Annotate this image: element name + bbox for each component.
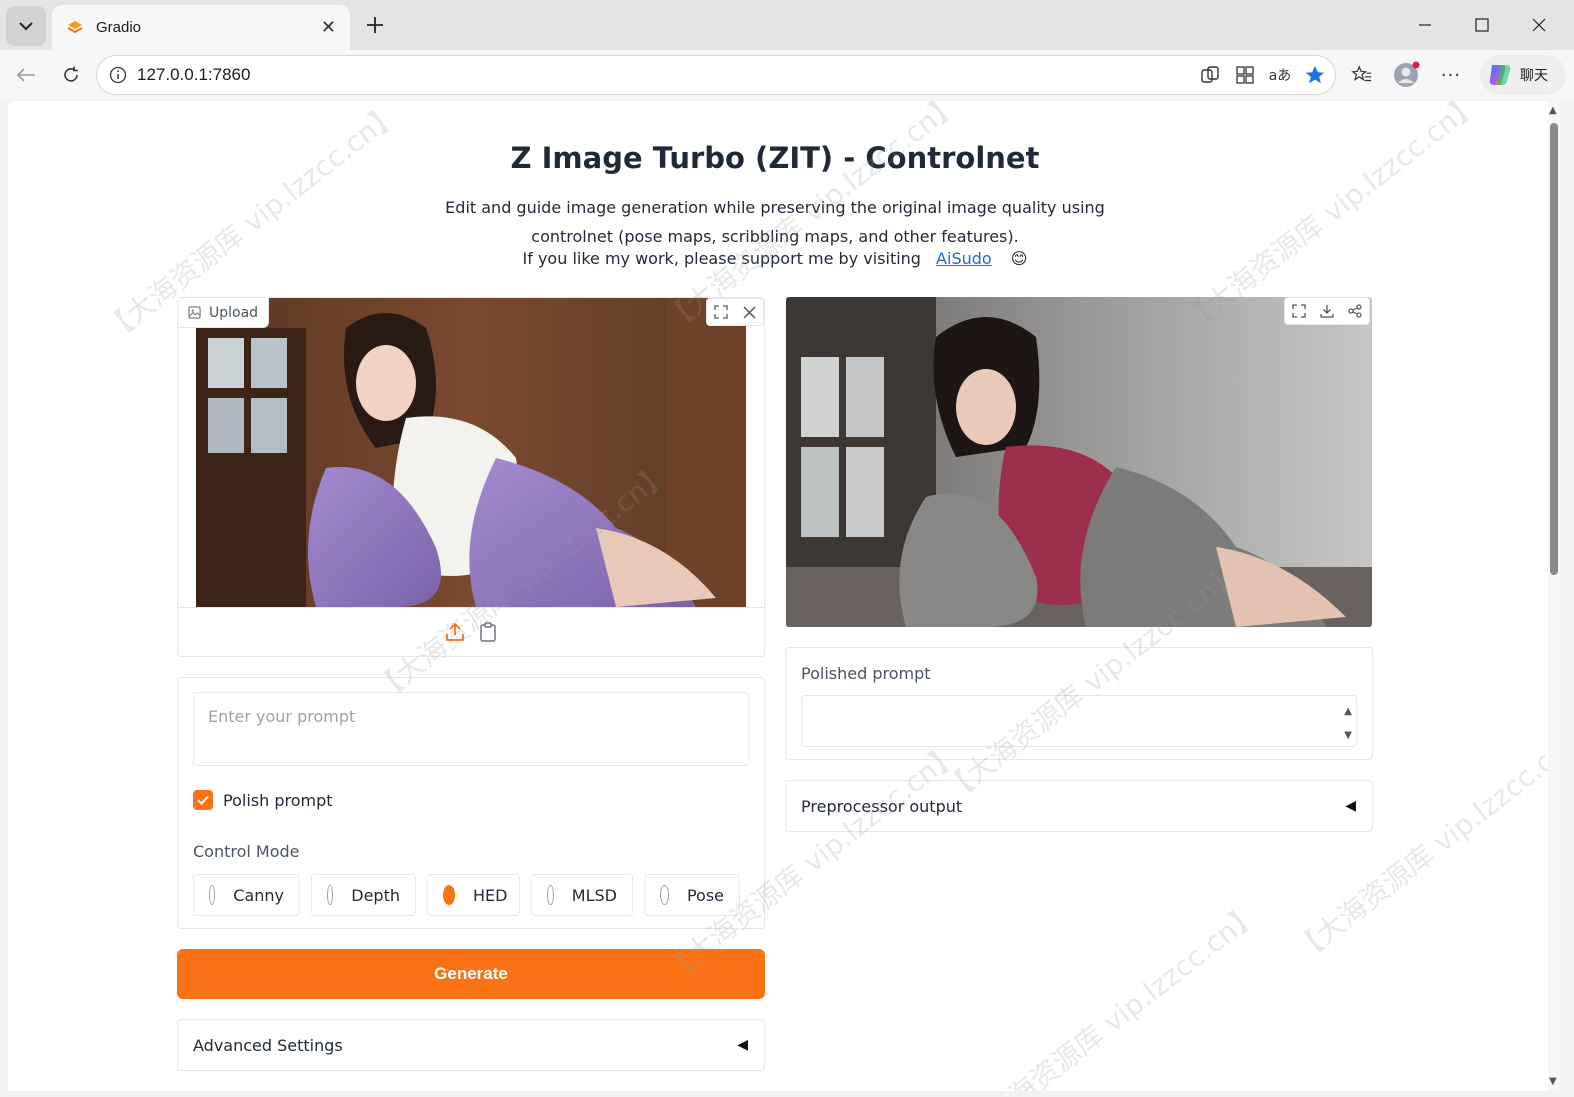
radio-hed[interactable]: HED <box>427 874 520 916</box>
favorite-star-icon[interactable] <box>1300 60 1330 90</box>
download-button[interactable] <box>1313 298 1341 324</box>
close-icon <box>1532 18 1546 32</box>
scroll-up-arrow-icon[interactable]: ▲ <box>1549 105 1557 116</box>
tab-strip: Gradio ✕ <box>0 0 1574 50</box>
input-image-panel[interactable]: Upload <box>177 297 765 657</box>
close-icon <box>742 305 756 319</box>
output-image-panel <box>786 297 1372 627</box>
download-icon <box>1320 305 1334 318</box>
copilot-icon <box>1489 65 1511 85</box>
share-button[interactable] <box>1341 298 1369 324</box>
gradio-favicon-icon <box>67 20 83 33</box>
radio-dot <box>209 885 216 905</box>
support-line: If you like my work, please support me b… <box>8 249 1542 268</box>
advanced-settings-label: Advanced Settings <box>193 1035 343 1055</box>
output-image <box>786 297 1372 627</box>
textbox-scroll-arrows[interactable]: ▲ ▼ <box>1344 700 1352 748</box>
new-tab-button[interactable] <box>360 10 390 40</box>
copilot-chat-button[interactable]: 聊天 <box>1480 55 1566 95</box>
scrollbar-thumb[interactable] <box>1550 123 1558 575</box>
preprocessor-output-accordion[interactable]: Preprocessor output ◀ <box>785 780 1373 832</box>
fullscreen-button[interactable] <box>1285 298 1313 324</box>
polish-prompt-row[interactable]: Polish prompt <box>193 790 333 810</box>
page-description: Edit and guide image generation while pr… <box>445 198 1105 246</box>
advanced-settings-accordion[interactable]: Advanced Settings ◀ <box>177 1019 765 1071</box>
fullscreen-icon <box>1292 304 1306 318</box>
chevron-down-icon <box>19 22 33 31</box>
maximize-icon <box>1475 18 1489 32</box>
back-button[interactable] <box>10 59 42 91</box>
share-icon <box>1348 304 1362 318</box>
radio-dot <box>327 885 334 905</box>
close-tab-icon[interactable]: ✕ <box>321 17 336 38</box>
upload-icon[interactable] <box>445 622 465 642</box>
prompt-panel: Enter your prompt Polish prompt Control … <box>177 677 765 929</box>
browser-toolbar: 127.0.0.1:7860 aあ ··· 聊天 <box>0 50 1574 100</box>
page-title: Z Image Turbo (ZIT) - Controlnet <box>510 141 1040 175</box>
checkmark-icon <box>197 795 209 805</box>
minimize-icon <box>1419 24 1431 26</box>
control-mode-radio-group: Canny Depth HED MLSD Pose <box>193 874 740 916</box>
clipboard-icon[interactable] <box>479 622 497 642</box>
radio-mlsd[interactable]: MLSD <box>531 874 633 916</box>
refresh-icon <box>64 66 78 82</box>
maximize-button[interactable] <box>1459 8 1505 42</box>
control-mode-label: Control Mode <box>193 842 300 861</box>
profile-button[interactable] <box>1390 59 1422 91</box>
watermark: 【大海资源库 vip.lzzcc.cn】 <box>957 896 1267 1091</box>
url-text: 127.0.0.1:7860 <box>137 65 251 84</box>
input-image <box>196 298 746 607</box>
output-image-controls <box>1284 297 1370 325</box>
browser-window: Gradio ✕ 127.0.0.1:7860 aあ ··· 聊天 Z Imag… <box>0 0 1574 1097</box>
support-text: If you like my work, please support me b… <box>522 249 921 268</box>
more-menu-button[interactable]: ··· <box>1435 59 1467 91</box>
favorites-list-icon <box>1351 65 1372 82</box>
page-scrollbar[interactable]: ▲ ▼ <box>1548 101 1560 1091</box>
clear-image-button[interactable] <box>735 299 763 325</box>
radio-dot-selected <box>443 885 455 905</box>
image-icon <box>188 306 201 319</box>
aisudo-link[interactable]: AiSudo <box>936 249 992 268</box>
polished-prompt-label: Polished prompt <box>801 664 931 683</box>
generate-button[interactable]: Generate <box>177 949 765 999</box>
radio-dot <box>660 885 669 905</box>
polish-prompt-checkbox[interactable] <box>193 790 213 810</box>
scroll-down-arrow-icon[interactable]: ▼ <box>1549 1076 1557 1087</box>
polished-prompt-panel: Polished prompt ▲ ▼ <box>785 647 1373 760</box>
refresh-button[interactable] <box>55 59 87 91</box>
prompt-input[interactable]: Enter your prompt <box>193 692 749 766</box>
polished-prompt-textbox[interactable]: ▲ ▼ <box>801 695 1357 747</box>
browser-tab[interactable]: Gradio ✕ <box>52 5 350 50</box>
copilot-vision-icon[interactable] <box>1195 60 1225 90</box>
fullscreen-icon <box>714 305 728 319</box>
gradio-page: Z Image Turbo (ZIT) - Controlnet Edit an… <box>8 101 1548 1091</box>
tab-title: Gradio <box>96 19 142 36</box>
favorites-button[interactable] <box>1346 59 1378 91</box>
arrow-left-icon <box>16 68 35 82</box>
caret-left-icon: ◀ <box>737 1037 748 1053</box>
polish-prompt-label: Polish prompt <box>223 790 333 810</box>
radio-canny[interactable]: Canny <box>193 874 300 916</box>
caret-left-icon: ◀ <box>1345 798 1356 814</box>
radio-dot <box>547 885 554 905</box>
upload-footer <box>178 607 764 656</box>
chat-label: 聊天 <box>1520 68 1548 84</box>
smile-emoji: 😊 <box>1010 249 1028 268</box>
preprocessor-output-label: Preprocessor output <box>801 796 963 816</box>
radio-depth[interactable]: Depth <box>311 874 416 916</box>
site-info-icon[interactable] <box>107 64 129 86</box>
address-bar[interactable]: 127.0.0.1:7860 aあ <box>96 55 1336 95</box>
tab-actions-button[interactable] <box>6 6 46 46</box>
radio-pose[interactable]: Pose <box>644 874 740 916</box>
apps-icon[interactable] <box>1230 60 1260 90</box>
minimize-button[interactable] <box>1402 8 1448 42</box>
close-window-button[interactable] <box>1516 8 1562 42</box>
input-image-label: Upload <box>178 298 270 328</box>
plus-icon <box>367 17 383 33</box>
input-image-controls <box>706 298 764 326</box>
avatar-icon <box>1394 61 1420 87</box>
translate-icon[interactable]: aあ <box>1265 60 1295 90</box>
more-dots-icon: ··· <box>1440 64 1462 86</box>
fullscreen-button[interactable] <box>707 299 735 325</box>
